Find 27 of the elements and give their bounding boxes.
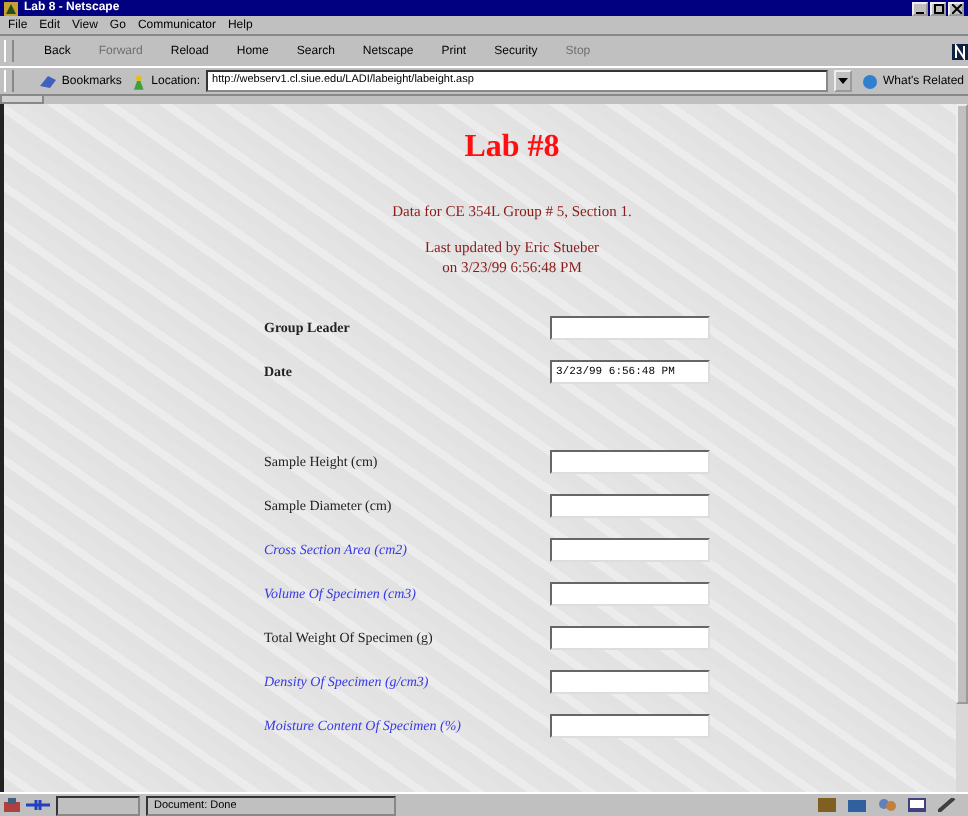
location-icon bbox=[131, 73, 146, 89]
dropdown-button[interactable] bbox=[833, 70, 851, 92]
maximize-icon bbox=[933, 3, 943, 13]
input-field[interactable] bbox=[550, 714, 710, 738]
input-field[interactable] bbox=[550, 582, 710, 606]
page-heading: Lab #8 bbox=[462, 128, 562, 168]
maximize-button[interactable] bbox=[930, 1, 946, 15]
minimize-button[interactable] bbox=[912, 1, 928, 15]
bookmark-icon bbox=[39, 74, 58, 88]
security-lock-icon bbox=[4, 798, 20, 812]
input-field[interactable] bbox=[550, 450, 710, 474]
netscape-logo-icon bbox=[952, 43, 968, 59]
composer-icon[interactable] bbox=[908, 798, 926, 812]
input-field[interactable] bbox=[550, 494, 710, 518]
pen-icon[interactable] bbox=[938, 798, 956, 812]
globe-icon bbox=[861, 73, 879, 89]
close-icon bbox=[951, 3, 961, 13]
progress-panel bbox=[56, 795, 140, 815]
input-field[interactable] bbox=[550, 626, 710, 650]
input-field[interactable] bbox=[550, 538, 710, 562]
caret-icon bbox=[837, 78, 848, 84]
input-field[interactable] bbox=[550, 316, 710, 340]
input-field[interactable] bbox=[550, 670, 710, 694]
scrollbar[interactable] bbox=[956, 104, 968, 792]
connection-icon bbox=[26, 798, 50, 812]
app-icon bbox=[4, 1, 18, 15]
close-button[interactable] bbox=[948, 1, 964, 15]
